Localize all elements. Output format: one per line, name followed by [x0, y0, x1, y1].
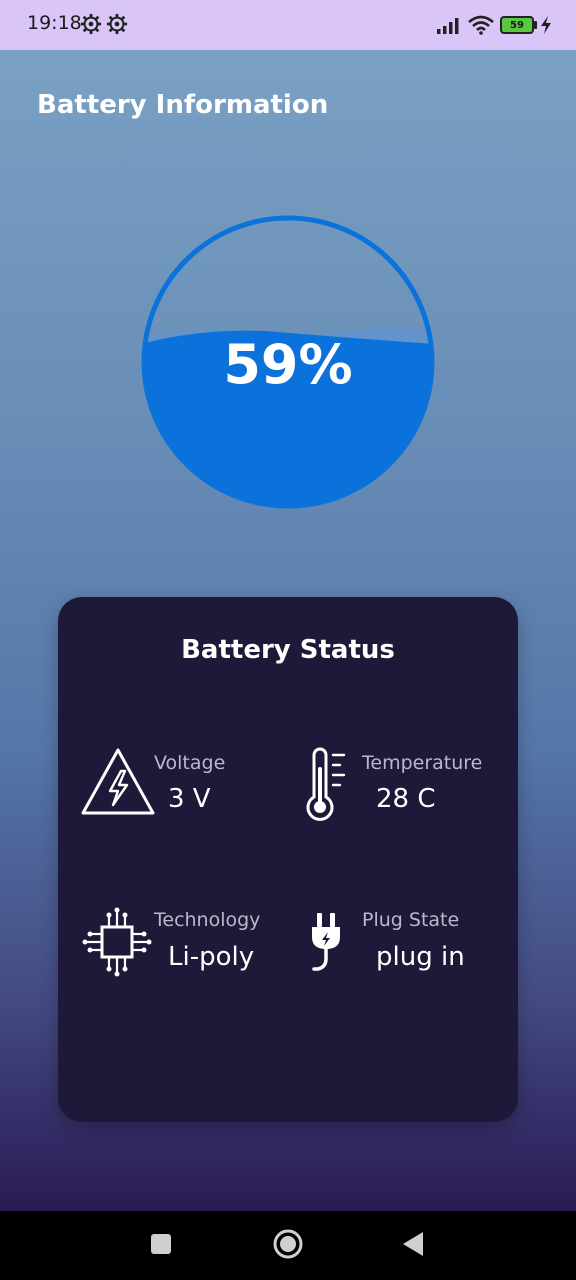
battery-icon: 59: [500, 16, 537, 34]
temperature-label: Temperature: [362, 752, 483, 774]
home-button[interactable]: [272, 1228, 304, 1260]
gear-icon: [106, 13, 128, 35]
voltage-value: 3 V: [168, 784, 211, 814]
recents-button[interactable]: [150, 1233, 172, 1255]
voltage-label: Voltage: [154, 752, 226, 774]
wifi-icon: [468, 15, 494, 35]
page-title: Battery Information: [37, 90, 329, 120]
battery-level: 59: [510, 19, 524, 31]
plug-icon: [312, 913, 340, 971]
card-title: Battery Status: [181, 635, 395, 665]
charging-icon: [541, 16, 551, 34]
gear-icon: [80, 13, 102, 35]
technology-value: Li-poly: [168, 942, 255, 972]
navigation-bar: [0, 1211, 576, 1280]
thermometer-icon: [306, 747, 346, 821]
back-button[interactable]: [401, 1231, 425, 1257]
status-icons: 59: [436, 14, 552, 36]
plug-state-value: plug in: [376, 942, 465, 972]
status-bar: 19:18 59: [0, 0, 576, 50]
temperature-value: 28 C: [376, 784, 436, 814]
signal-icon: [437, 18, 459, 34]
battery-percent: 59%: [223, 333, 353, 396]
technology-label: Technology: [154, 909, 261, 931]
voltage-warning-icon: [81, 748, 155, 815]
plug-state-label: Plug State: [362, 909, 460, 931]
status-time: 19:18: [27, 12, 82, 34]
battery-status-card: Battery Status Voltage 3 V Temperature 2…: [58, 597, 518, 1122]
chip-icon: [82, 907, 152, 977]
